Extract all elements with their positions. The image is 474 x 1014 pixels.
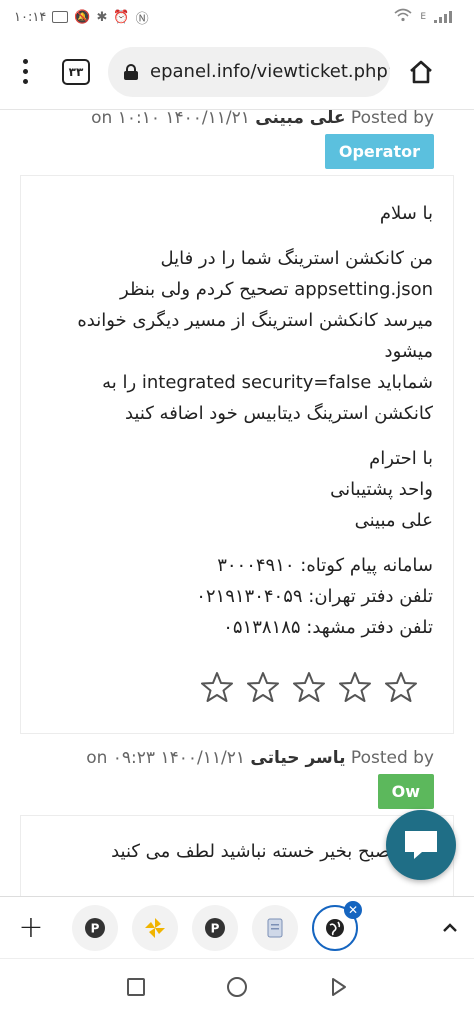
pinwheel-icon [145,917,165,938]
greeting: با سلام [379,203,433,224]
star-icon[interactable] [385,671,417,703]
status-bar: ۱۰:۱۴ 🔕 ✱ ⏰ Ⓝ E [0,0,474,34]
screen-icon [52,11,69,23]
tab-icons: P P ✕ [72,900,362,951]
bluetooth-icon: ✱ [96,9,108,25]
wifi-icon [394,8,412,26]
tab-pocket[interactable]: P [72,904,118,951]
operator-badge: Operator [324,134,434,169]
status-left: ۱۰:۱۴ 🔕 ✱ ⏰ Ⓝ [14,8,149,27]
alarm-icon: ⏰ [113,9,130,25]
svg-text:P: P [91,921,100,935]
owner-badge: Ow [377,774,434,809]
mute-icon: 🔕 [74,9,91,25]
message-line: من کانکشن استرینگ شما را در فایل [160,248,433,269]
globe-icon [326,918,344,937]
badge-row: Ow [20,774,434,809]
nfc-icon: Ⓝ [135,11,149,27]
on-label: on [91,110,113,128]
url-text: epanel.info/viewticket.php' [150,61,390,82]
system-nav-bar [0,958,474,1014]
message-body: با سلام من کانکشن استرینگ شما را در فایل… [20,175,454,734]
message-line: کانکشن استرینگ دیتابیس خود اضافه کنید [124,403,433,424]
page-content: Posted by علی مبینی ۱۴۰۰/۱۱/۲۱ ۱۰:۱۰ on … [0,110,474,896]
post-header: Posted by یاسر حیاتی ۱۴۰۰/۱۱/۲۱ ۰۹:۲۳ on… [0,746,474,809]
home-nav-icon[interactable] [226,976,248,998]
new-tab-button[interactable]: + [14,910,48,945]
star-icon[interactable] [339,671,371,703]
contact-info: سامانه پیام کوتاه: ۳۰۰۰۴۹۱۰ تلفن دفتر ته… [41,550,433,643]
message-line: appsetting.json تصحیح کردم ولی بنظر [120,279,433,300]
tab-pinwheel[interactable] [132,904,178,951]
message-paragraph: من کانکشن استرینگ شما را در فایل appsett… [41,243,433,429]
signature-line: با احترام [369,448,433,469]
post-datetime: ۱۴۰۰/۱۱/۲۱ ۱۰:۱۰ [117,110,250,128]
status-right: E [394,8,452,26]
star-icon[interactable] [293,671,325,703]
tab-switcher-button[interactable]: ۳۳ [62,58,90,85]
message-line: میرسد کانکشن استرینگ از مسیر دیگری خواند… [77,310,433,331]
contact-line: سامانه پیام کوتاه: ۳۰۰۰۴۹۱۰ [217,555,433,576]
back-icon[interactable] [328,977,348,997]
rating-stars [41,671,433,703]
lock-icon [124,63,138,80]
pocket-icon: P [205,917,225,938]
chevron-up-icon[interactable] [440,918,460,938]
chat-icon [405,831,437,859]
posted-by-line: Posted by علی مبینی ۱۴۰۰/۱۱/۲۱ ۱۰:۱۰ on [20,110,434,130]
posted-by-line: Posted by یاسر حیاتی ۱۴۰۰/۱۱/۲۱ ۰۹:۲۳ on [20,746,434,770]
author-name: علی مبینی [255,110,346,128]
contact-line: تلفن دفتر مشهد: ۰۵۱۳۸۱۸۵ [223,617,433,638]
post-header: Posted by علی مبینی ۱۴۰۰/۱۱/۲۱ ۱۰:۱۰ on … [0,110,474,169]
tab-document[interactable] [252,904,298,951]
home-icon[interactable] [406,57,436,87]
signal-icon [434,11,452,23]
posted-by-label: Posted by [350,748,434,768]
signature-line: واحد پشتیبانی [330,479,433,500]
recents-icon[interactable] [126,977,146,997]
message-line: سلام صبح بخیر خسته نباشید لطف می کنید [111,841,433,862]
network-type: E [420,12,426,22]
on-label: on [86,748,108,768]
live-chat-button[interactable] [386,810,456,880]
svg-text:P: P [211,921,220,935]
status-time: ۱۰:۱۴ [14,9,47,25]
document-icon [267,918,283,937]
star-icon[interactable] [201,671,233,703]
badge-row: Operator [20,134,434,169]
tab-pocket-2[interactable]: P [192,904,238,951]
posted-by-label: Posted by [350,110,434,128]
tab-active[interactable]: ✕ [312,900,362,951]
pocket-icon: P [85,917,105,938]
message-line: میشود [384,341,433,362]
close-tab-icon[interactable]: ✕ [344,900,362,919]
tab-strip: + P P ✕ [0,896,474,958]
contact-line: تلفن دفتر تهران: ۰۲۱۹۱۳۰۴۰۵۹ [196,586,433,607]
address-bar[interactable]: epanel.info/viewticket.php' [108,46,390,97]
signature-line: علی مبینی [354,510,433,531]
post-datetime: ۱۴۰۰/۱۱/۲۱ ۰۹:۲۳ [112,748,245,768]
author-name: یاسر حیاتی [250,748,346,768]
browser-toolbar: ۳۳ epanel.info/viewticket.php' [0,34,474,110]
message-line: شمابايد integrated security=false را به [102,372,433,393]
star-icon[interactable] [247,671,279,703]
menu-dots-icon[interactable] [10,59,40,84]
signature: با احترام واحد پشتیبانی علی مبینی [41,443,433,536]
